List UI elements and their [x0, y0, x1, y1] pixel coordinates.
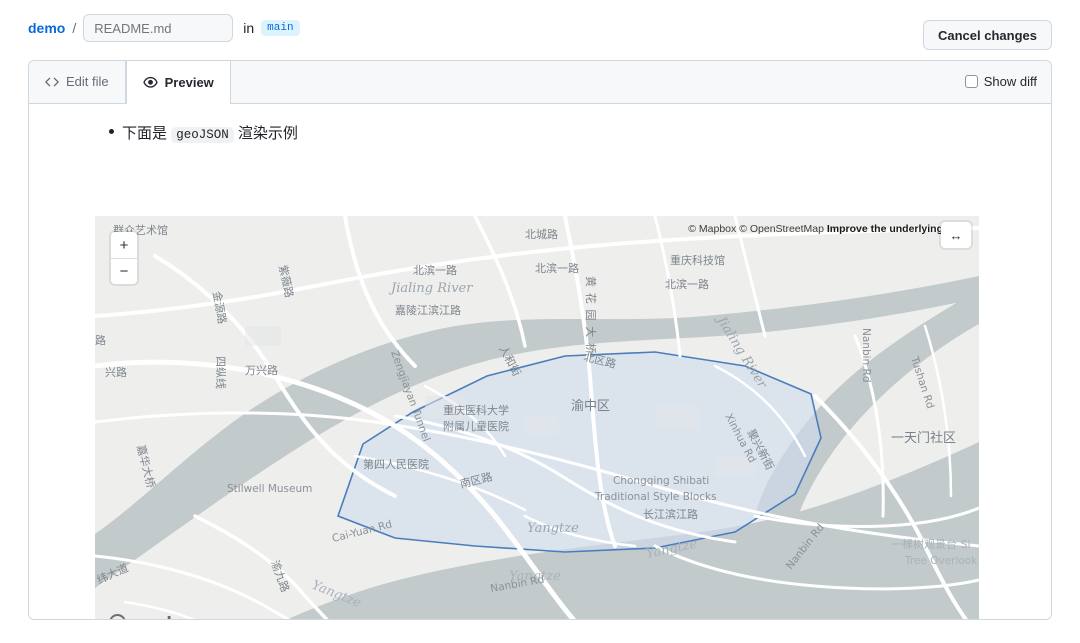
map-label: 北滨一路 — [535, 261, 579, 275]
mapbox-map[interactable]: 群众艺术馆 北城路 重庆科技馆 北滨一路 北滨一路 北滨一路 嘉陵江滨江路 Ji… — [95, 216, 979, 619]
zoom-out-button[interactable]: − — [111, 258, 137, 284]
zoom-in-button[interactable]: + — [111, 232, 137, 258]
breadcrumb-separator: / — [72, 20, 77, 36]
bullet-prefix: 下面是 — [122, 125, 168, 142]
map-label: Yangtze — [527, 521, 579, 536]
map-label: Traditional Style Blocks — [594, 491, 717, 503]
map-label: 嘉陵江滨江路 — [395, 303, 461, 317]
repo-link[interactable]: demo — [28, 20, 65, 36]
tab-preview[interactable]: Preview — [125, 61, 231, 104]
map-label: 四纵线 — [214, 356, 228, 389]
show-diff-checkbox[interactable] — [964, 75, 978, 88]
map-label: 第四人民医院 — [363, 457, 429, 471]
editor-tabbar: Edit file Preview Show diff — [29, 61, 1051, 104]
map-attribution-improve-link[interactable]: Improve the underlying — [827, 223, 943, 235]
tab-preview-label: Preview — [164, 74, 214, 90]
mapbox-logo-text: mapbox — [129, 613, 198, 619]
bullet-suffix: 渲染示例 — [237, 125, 298, 142]
mapbox-logo-icon — [109, 614, 126, 619]
tab-edit-file-label: Edit file — [66, 74, 109, 89]
map-label: Tree Overlook — [904, 555, 978, 567]
eye-icon — [143, 75, 158, 90]
cancel-changes-button[interactable]: Cancel changes — [923, 20, 1052, 50]
map-label: Stilwell Museum — [227, 483, 312, 495]
map-label: 一棵树观景台 Si — [891, 537, 971, 551]
map-attribution-sources: © Mapbox © OpenStreetMap — [688, 223, 827, 235]
map-label: Chongqing Shibati — [613, 475, 709, 487]
in-label: in — [243, 20, 255, 36]
code-icon — [45, 75, 59, 89]
show-diff-label: Show diff — [983, 74, 1037, 89]
branch-badge[interactable]: main — [261, 20, 300, 36]
inline-code-geojson: geoJSON — [171, 127, 234, 143]
mapbox-logo[interactable]: mapbox — [109, 613, 198, 619]
preview-body: 下面是 geoJSON 渲染示例 群众艺术馆 北城路 重庆科技馆 北滨一路 北滨… — [29, 104, 1051, 619]
bullet-text: 下面是 geoJSON 渲染示例 — [122, 122, 298, 143]
tab-edit-file[interactable]: Edit file — [29, 61, 126, 103]
map-label: 一天门社区 — [891, 430, 956, 445]
map-label: 附属儿童医院 — [443, 419, 509, 433]
map-label: 渝中区 — [571, 398, 610, 413]
map-label: Jialing River — [388, 281, 473, 296]
list-item: 下面是 geoJSON 渲染示例 — [109, 122, 1051, 143]
fullscreen-button[interactable]: ↔ — [941, 222, 971, 248]
editor-panel: Edit file Preview Show diff 下面是 geoJSON … — [28, 60, 1052, 620]
file-header: demo / in main — [0, 0, 1080, 56]
map-label: 北滨一路 — [665, 277, 709, 291]
map-label: 万兴路 — [245, 364, 278, 377]
filename-input[interactable] — [83, 14, 234, 42]
map-label: 长江滨江路 — [643, 507, 698, 521]
map-label: 路 — [95, 334, 106, 347]
map-canvas: 群众艺术馆 北城路 重庆科技馆 北滨一路 北滨一路 北滨一路 嘉陵江滨江路 Ji… — [95, 216, 979, 619]
map-label: 重庆科技馆 — [670, 253, 725, 267]
breadcrumb: demo / in main — [28, 14, 300, 42]
github-edit-file-page: demo / in main Cancel changes Edit file — [0, 0, 1080, 643]
map-label: 北城路 — [525, 228, 558, 241]
show-diff-toggle[interactable]: Show diff — [964, 74, 1037, 89]
map-label: Nanbin Rd — [860, 328, 872, 382]
resize-horizontal-icon: ↔ — [949, 227, 963, 243]
map-label: 兴路 — [105, 366, 127, 379]
bullet-icon — [109, 129, 114, 134]
map-zoom-controls[interactable]: + − — [111, 232, 137, 284]
map-label: 北滨一路 — [413, 263, 457, 277]
map-label: 重庆医科大学 — [443, 403, 509, 417]
map-attribution[interactable]: © Mapbox © OpenStreetMap Improve the und… — [688, 223, 943, 235]
